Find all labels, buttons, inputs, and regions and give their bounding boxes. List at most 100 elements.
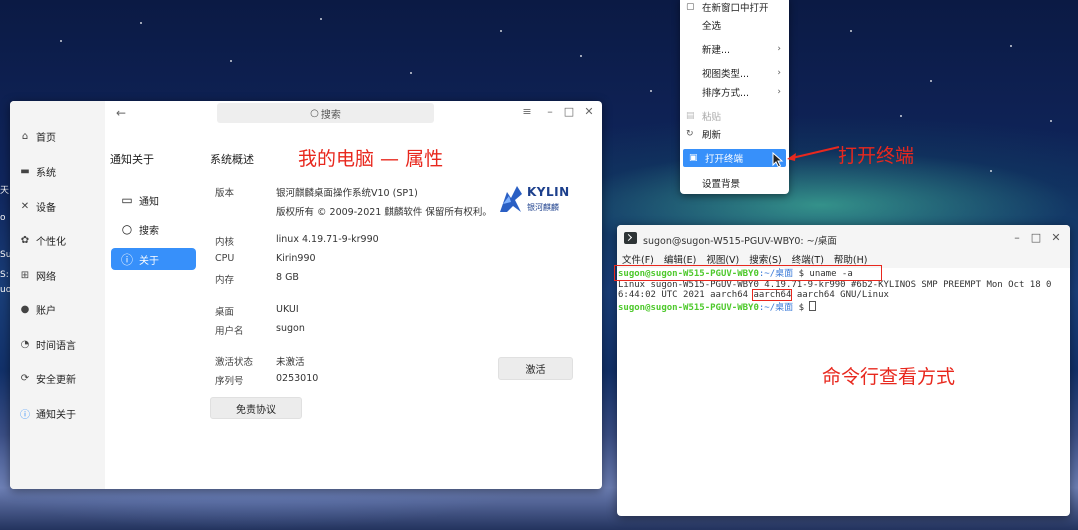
- subnav-about[interactable]: ⓘ 关于: [111, 248, 196, 270]
- text-cursor: [809, 300, 817, 311]
- paste-icon: ▤: [686, 111, 695, 121]
- sidebar-item-time-language[interactable]: ◔ 时间语言: [10, 333, 105, 355]
- terminal-title: sugon@sugon-W515-PGUV-WBY0: ~/桌面: [643, 236, 837, 247]
- close-button[interactable]: ✕: [582, 105, 596, 118]
- sidebar-item-security-update[interactable]: ⟳ 安全更新: [10, 367, 105, 389]
- sidebar-item-home[interactable]: ⌂ 首页: [10, 125, 105, 147]
- menu-item-label: 全选: [702, 21, 722, 32]
- menu-item-refresh[interactable]: ↻ 刷新: [680, 125, 789, 143]
- back-arrow-icon[interactable]: ←: [116, 106, 126, 120]
- memory-value: 8 GB: [276, 272, 299, 283]
- activation-label: 激活状态: [215, 357, 254, 368]
- menu-item-label: 视图类型...: [702, 69, 750, 80]
- menu-item-label: 新建...: [702, 45, 731, 56]
- menu-item-label: 刷新: [702, 130, 722, 141]
- menu-item-set-background[interactable]: 设置背景: [680, 174, 789, 192]
- network-icon: ⊞: [20, 269, 30, 281]
- info-icon: ⓘ: [120, 252, 133, 267]
- palette-icon: ✿: [20, 234, 30, 246]
- chevron-right-icon: ›: [777, 44, 781, 54]
- sidebar-item-label: 账户: [36, 305, 56, 317]
- sidebar-item-label: 系统: [36, 167, 56, 179]
- maximize-button[interactable]: □: [1029, 231, 1043, 244]
- username-label: 用户名: [215, 326, 244, 337]
- prompt-user: sugon@sugon-W515-PGUV-WBY0: [618, 302, 759, 313]
- search-placeholder: 搜索: [320, 109, 341, 121]
- subnav-label: 通知: [139, 196, 159, 208]
- desktop-label: 桌面: [215, 307, 235, 318]
- kylin-logo-text: KYLIN: [527, 185, 570, 199]
- sidebar-item-network[interactable]: ⊞ 网络: [10, 264, 105, 286]
- desktop-icon-label[interactable]: o: [0, 213, 6, 223]
- section-title: 系统概述: [210, 153, 254, 166]
- sidebar-item-devices[interactable]: ✕ 设备: [10, 195, 105, 217]
- annotation-arrow-icon: [787, 146, 840, 161]
- sidebar-item-label: 个性化: [36, 236, 66, 248]
- menu-item-select-all[interactable]: 全选: [680, 16, 789, 34]
- menu-item-label: 设置背景: [702, 179, 741, 190]
- kylin-logo: KYLIN 银河麒麟: [497, 182, 569, 216]
- arch-highlight: aarch64: [752, 289, 793, 301]
- home-icon: ⌂: [21, 130, 29, 142]
- subnav-search[interactable]: ○ 搜索: [111, 218, 196, 240]
- subnav-notification[interactable]: ▭ 通知: [111, 189, 196, 211]
- search-input[interactable]: ○ 搜索: [217, 103, 434, 123]
- annotation-title: 我的电脑 — 属性: [298, 148, 444, 170]
- sidebar-item-about[interactable]: ⓘ 通知关于: [10, 402, 105, 424]
- menu-item-paste[interactable]: ▤ 粘贴: [680, 107, 789, 125]
- subnav-label: 搜索: [139, 225, 159, 237]
- menu-item-label: 粘贴: [702, 112, 722, 123]
- clock-icon: ◔: [20, 338, 30, 350]
- menu-item-open-new-window[interactable]: ▢ 在新窗口中打开: [680, 0, 789, 16]
- menu-item-view-type[interactable]: 视图类型... ›: [680, 64, 789, 82]
- menu-icon[interactable]: ≡: [520, 105, 534, 118]
- sidebar-item-account[interactable]: ● 账户: [10, 298, 105, 320]
- menu-item-new[interactable]: 新建... ›: [680, 40, 789, 58]
- prompt-sep: $: [798, 302, 804, 313]
- terminal-output[interactable]: sugon@sugon-W515-PGUV-WBY0:~/桌面 $ uname …: [617, 268, 1070, 516]
- annotation-open-terminal: 打开终端: [838, 145, 915, 167]
- output-text: 6:44:02 UTC 2021 aarch64: [618, 290, 754, 300]
- refresh-icon: ↻: [686, 129, 694, 139]
- minimize-button[interactable]: –: [543, 105, 557, 118]
- memory-label: 内存: [215, 275, 235, 286]
- sidebar-item-system[interactable]: ▬ 系统: [10, 160, 105, 182]
- sidebar-item-label: 设备: [36, 202, 56, 214]
- serial-label: 序列号: [215, 376, 244, 387]
- username-value: sugon: [276, 323, 305, 334]
- terminal-line: sugon@sugon-W515-PGUV-WBY0:~/桌面 $: [618, 300, 1070, 314]
- search-icon: ○: [121, 222, 133, 236]
- menu-item-open-terminal[interactable]: ▣ 打开终端: [683, 149, 786, 167]
- terminal-titlebar: sugon@sugon-W515-PGUV-WBY0: ~/桌面 – □ ✕: [617, 225, 1070, 252]
- settings-window: ⌂ 首页 ▬ 系统 ✕ 设备 ✿ 个性化 ⊞ 网络 ● 账户 ◔ 时间语言 ⟳: [10, 101, 602, 489]
- activate-button[interactable]: 激活: [498, 357, 573, 380]
- kernel-label: 内核: [215, 237, 235, 248]
- serial-value: 0253010: [276, 373, 319, 384]
- maximize-button[interactable]: □: [562, 105, 576, 118]
- sidebar-item-label: 时间语言: [36, 340, 76, 352]
- kernel-value: linux 4.19.71-9-kr990: [276, 234, 379, 245]
- terminal-line: Linux sugon-W515-PGUV-WBY0 4.19.71-9-kr9…: [618, 279, 1052, 290]
- panel-title: 通知关于: [110, 153, 154, 166]
- desktop-icon-label[interactable]: 天: [0, 183, 9, 196]
- sidebar-item-label: 首页: [36, 132, 56, 144]
- sidebar-item-personalize[interactable]: ✿ 个性化: [10, 229, 105, 251]
- menu-item-label: 在新窗口中打开: [702, 3, 769, 14]
- prompt-path: :~/桌面: [758, 302, 794, 313]
- close-button[interactable]: ✕: [1049, 231, 1063, 244]
- terminal-icon: [624, 232, 637, 244]
- window-icon: ▢: [686, 2, 695, 12]
- version-label: 版本: [215, 188, 235, 199]
- chevron-right-icon: ›: [777, 68, 781, 78]
- update-icon: ⟳: [20, 372, 30, 384]
- minimize-button[interactable]: –: [1010, 231, 1024, 244]
- monitor-icon: ▬: [20, 165, 30, 177]
- notification-icon: ▭: [121, 193, 133, 207]
- cpu-label: CPU: [215, 253, 235, 264]
- disclaimer-button[interactable]: 免责协议: [210, 397, 302, 419]
- chevron-right-icon: ›: [777, 87, 781, 97]
- menu-item-label: 打开终端: [705, 154, 744, 165]
- menu-item-sort-by[interactable]: 排序方式... ›: [680, 83, 789, 101]
- kylin-logo-text-cn: 银河麒麟: [527, 203, 559, 212]
- desktop-icon-label[interactable]: S:: [0, 270, 9, 280]
